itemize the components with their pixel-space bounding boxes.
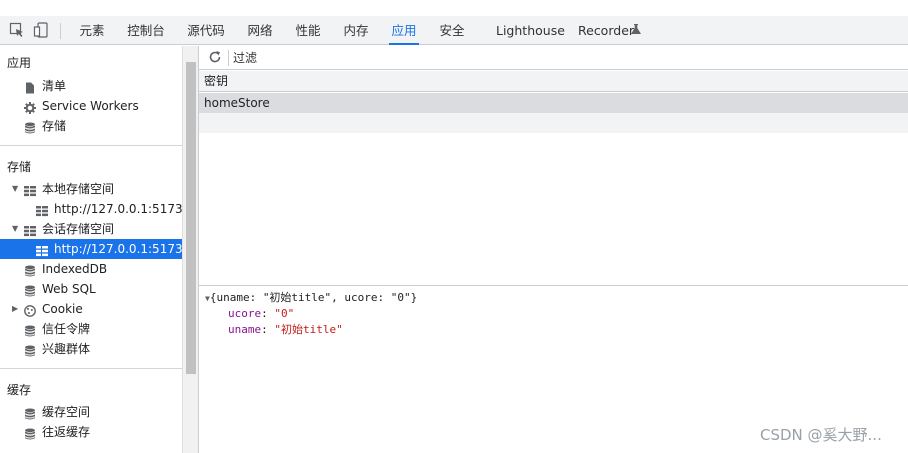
cookie-icon (24, 303, 36, 317)
sidebar-item-label: http://127.0.0.1:5173/ (54, 202, 187, 216)
toolbar-separator (228, 50, 229, 66)
preview-property: ucore: "0" (228, 307, 295, 320)
tab-sources[interactable]: 源代码 (187, 16, 225, 45)
tab-console[interactable]: 控制台 (127, 16, 165, 45)
sidebar-item-label: 清单 (42, 79, 67, 93)
sidebar-item-label: 本地存储空间 (42, 182, 115, 196)
sidebar-item-label: 缓存空间 (42, 405, 91, 419)
section-title-application: 应用 (7, 56, 32, 70)
sidebar-item-label: 会话存储空间 (42, 222, 115, 236)
database-icon (24, 323, 36, 337)
section-divider (0, 145, 182, 146)
database-icon (24, 263, 36, 277)
devtools-toolbar: 元素 控制台 源代码 网络 性能 内存 应用 安全 Lighthouse Rec… (0, 16, 908, 45)
refresh-icon[interactable] (208, 50, 222, 64)
expand-triangle-icon[interactable]: ▶ (12, 303, 20, 315)
table-grid-icon (36, 203, 48, 217)
table-grid-icon (24, 223, 36, 237)
database-icon (24, 283, 36, 297)
application-sidebar: 应用 清单 Service Workers 存储 存储 ▼ 本地存储空间 htt… (0, 46, 187, 453)
sidebar-item-label: 兴趣群体 (42, 342, 91, 356)
section-title-storage: 存储 (7, 160, 32, 174)
table-header-key[interactable]: 密钥 (199, 71, 908, 92)
sidebar-item-label: http://127.0.0.1:5173/ (54, 242, 187, 256)
sidebar-item-session-storage-origin[interactable]: http://127.0.0.1:5173/ (0, 239, 187, 259)
filter-input[interactable] (233, 49, 903, 67)
sidebar-scrollbar-thumb[interactable] (186, 62, 196, 374)
table-grid-icon (24, 183, 36, 197)
table-row-empty (199, 113, 908, 133)
tab-memory[interactable]: 内存 (343, 16, 369, 45)
tab-recorder[interactable]: Recorder (578, 16, 634, 45)
sidebar-item-label: IndexedDB (42, 262, 108, 276)
watermark: CSDN @奚大野... (760, 426, 882, 444)
section-divider (0, 368, 182, 369)
section-title-cache: 缓存 (7, 383, 32, 397)
expand-triangle-icon[interactable]: ▼ (12, 223, 20, 235)
database-icon (24, 343, 36, 357)
sidebar-item-label: 信任令牌 (42, 322, 91, 336)
expand-triangle-icon[interactable]: ▼ (12, 183, 20, 195)
sidebar-item-label: Web SQL (42, 282, 96, 296)
tab-application[interactable]: 应用 (389, 16, 419, 45)
tab-elements[interactable]: 元素 (79, 16, 105, 45)
sidebar-item-label: Cookie (42, 302, 83, 316)
tab-performance[interactable]: 性能 (295, 16, 321, 45)
database-icon (24, 406, 36, 420)
sidebar-scrollbar[interactable] (182, 46, 198, 453)
flask-icon (630, 23, 642, 35)
database-icon (24, 120, 36, 134)
sidebar-item-label: 存储 (42, 119, 67, 133)
gear-icon (24, 100, 36, 114)
preview-summary[interactable]: ▼{uname: "初始title", ucore: "0"} (205, 290, 417, 306)
tab-lighthouse[interactable]: Lighthouse (496, 16, 565, 45)
filter-toolbar (199, 46, 908, 70)
database-icon (24, 426, 36, 440)
device-toolbar-icon[interactable] (33, 22, 49, 38)
table-grid-icon (36, 243, 48, 257)
file-icon (24, 80, 36, 94)
sidebar-item-label: 往返缓存 (42, 425, 91, 439)
table-row[interactable]: homeStore (199, 93, 908, 113)
tab-network[interactable]: 网络 (247, 16, 273, 45)
preview-property: uname: "初始title" (228, 323, 343, 336)
tab-security[interactable]: 安全 (439, 16, 465, 45)
sidebar-item-label: Service Workers (42, 99, 139, 113)
toolbar-separator (60, 23, 61, 39)
inspect-element-icon[interactable] (9, 22, 25, 38)
